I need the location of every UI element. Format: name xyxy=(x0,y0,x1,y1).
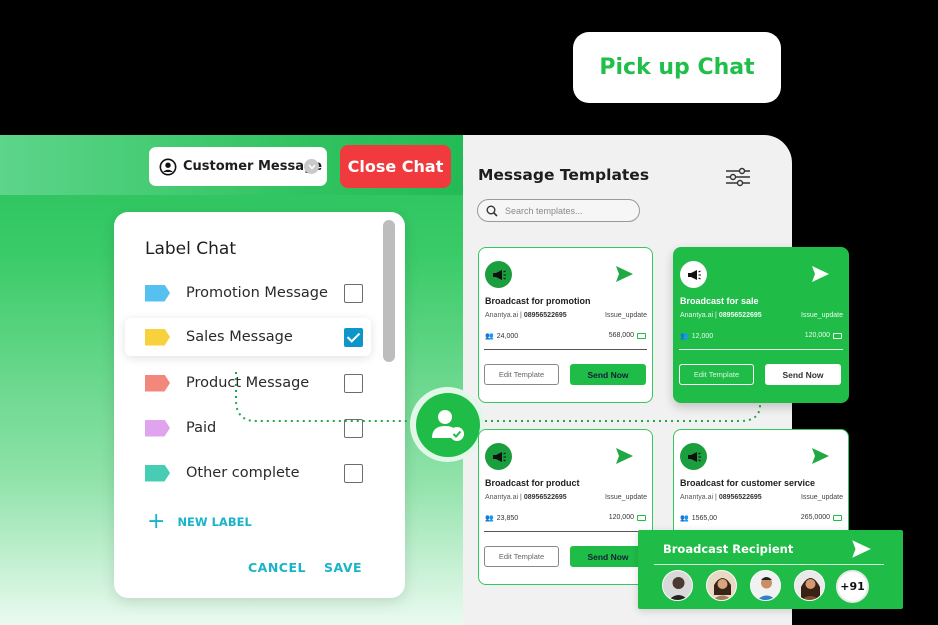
megaphone-icon xyxy=(680,261,707,288)
label-item-label: Sales Message xyxy=(186,329,293,345)
search-templates-input[interactable]: Search templates... xyxy=(477,199,640,222)
label-item-product[interactable]: Product Message xyxy=(114,364,405,402)
template-card[interactable]: Broadcast for sale Anantya.ai | 08956522… xyxy=(673,247,849,403)
new-label-text: NEW LABEL xyxy=(177,515,252,529)
edit-template-button[interactable]: Edit Template xyxy=(484,546,559,567)
money-icon xyxy=(637,332,646,339)
template-title: Broadcast for promotion xyxy=(485,296,591,306)
label-checkbox[interactable] xyxy=(344,463,363,483)
tag-icon xyxy=(145,464,170,482)
divider xyxy=(679,349,843,350)
broadcast-recipient-title: Broadcast Recipient xyxy=(663,542,794,556)
template-title: Broadcast for customer service xyxy=(680,478,816,488)
label-checkbox[interactable] xyxy=(344,327,363,347)
label-item-label: Product Message xyxy=(186,375,310,391)
label-item-other[interactable]: Other complete xyxy=(114,454,405,492)
new-label-button[interactable]: + NEW LABEL xyxy=(147,509,252,534)
template-count: 120,000 xyxy=(805,332,842,339)
money-icon xyxy=(833,332,842,339)
label-checkbox[interactable] xyxy=(344,283,363,303)
label-chat-panel: Label Chat Promotion Message Sales Messa… xyxy=(114,212,405,598)
assign-agent-badge xyxy=(410,387,485,462)
send-icon[interactable] xyxy=(810,446,830,466)
filter-icon[interactable] xyxy=(725,167,751,187)
template-tag: Issue_update xyxy=(800,312,843,319)
template-card[interactable]: Broadcast for promotion Anantya.ai | 089… xyxy=(478,247,653,403)
cancel-button[interactable]: CANCEL xyxy=(248,560,306,575)
label-item-paid[interactable]: Paid xyxy=(114,409,405,447)
avatar xyxy=(750,570,781,601)
template-count: 265,0000 xyxy=(801,514,842,521)
template-title: Broadcast for product xyxy=(485,478,580,488)
close-chat-button[interactable]: Close Chat xyxy=(340,145,451,188)
money-icon xyxy=(637,514,646,521)
send-icon[interactable] xyxy=(850,538,872,560)
send-icon[interactable] xyxy=(810,264,830,284)
send-now-button[interactable]: Send Now xyxy=(570,364,646,385)
label-item-label: Promotion Message xyxy=(186,285,328,301)
template-count: 120,000 xyxy=(609,514,646,521)
megaphone-icon xyxy=(485,261,512,288)
tag-icon xyxy=(145,374,170,392)
plus-icon: + xyxy=(147,509,166,534)
edit-template-button[interactable]: Edit Template xyxy=(484,364,559,385)
label-item-sales[interactable]: Sales Message xyxy=(125,318,371,356)
megaphone-icon xyxy=(485,443,512,470)
avatar xyxy=(662,570,693,601)
save-button[interactable]: SAVE xyxy=(324,560,362,575)
label-chat-title: Label Chat xyxy=(145,239,236,259)
label-item-label: Paid xyxy=(186,420,217,436)
send-icon[interactable] xyxy=(614,446,634,466)
chevron-down-icon xyxy=(304,159,319,174)
broadcast-recipient-panel: Broadcast Recipient +91 xyxy=(638,530,903,609)
avatar xyxy=(706,570,737,601)
more-recipients-badge[interactable]: +91 xyxy=(836,570,869,603)
users-icon: 👥 xyxy=(680,515,689,522)
search-placeholder: Search templates... xyxy=(505,205,583,216)
users-icon: 👥 xyxy=(680,333,689,340)
template-recipients: 👥 24,000 xyxy=(485,332,519,341)
divider xyxy=(484,531,647,532)
search-icon xyxy=(486,205,498,217)
avatar xyxy=(794,570,825,601)
divider xyxy=(654,564,884,565)
users-icon: 👥 xyxy=(485,333,494,340)
template-tag: Issue_update xyxy=(604,312,647,319)
pick-up-chat-button[interactable]: Pick up Chat xyxy=(573,32,781,103)
label-checkbox[interactable] xyxy=(344,418,363,438)
template-tag: Issue_update xyxy=(800,494,843,501)
message-templates-title: Message Templates xyxy=(478,166,650,184)
template-count: 568,000 xyxy=(609,332,646,339)
template-recipients: 👥 23,850 xyxy=(485,514,519,523)
tag-icon xyxy=(145,284,170,302)
user-circle-icon xyxy=(159,158,177,175)
template-title: Broadcast for sale xyxy=(680,296,759,306)
send-now-button[interactable]: Send Now xyxy=(570,546,646,567)
customer-message-dropdown[interactable]: Customer Message xyxy=(149,147,327,186)
template-sender: Anantya.ai | 08956522695 xyxy=(485,494,567,501)
template-tag: Issue_update xyxy=(604,494,647,501)
user-check-icon xyxy=(431,409,464,441)
megaphone-icon xyxy=(680,443,707,470)
label-checkbox[interactable] xyxy=(344,373,363,393)
label-item-label: Other complete xyxy=(186,465,300,481)
divider xyxy=(484,349,647,350)
customer-message-label: Customer Message xyxy=(183,159,323,174)
send-icon[interactable] xyxy=(614,264,634,284)
template-recipients: 👥 12,000 xyxy=(680,332,714,341)
tag-icon xyxy=(145,328,170,346)
template-sender: Anantya.ai | 08956522695 xyxy=(680,494,762,501)
template-card[interactable]: Broadcast for product Anantya.ai | 08956… xyxy=(478,429,653,585)
template-sender: Anantya.ai | 08956522695 xyxy=(680,312,762,319)
label-item-promotion[interactable]: Promotion Message xyxy=(114,274,405,312)
template-sender: Anantya.ai | 08956522695 xyxy=(485,312,567,319)
send-now-button[interactable]: Send Now xyxy=(765,364,841,385)
money-icon xyxy=(833,514,842,521)
tag-icon xyxy=(145,419,170,437)
users-icon: 👥 xyxy=(485,515,494,522)
template-recipients: 👥 1565,00 xyxy=(680,514,718,523)
edit-template-button[interactable]: Edit Template xyxy=(679,364,754,385)
